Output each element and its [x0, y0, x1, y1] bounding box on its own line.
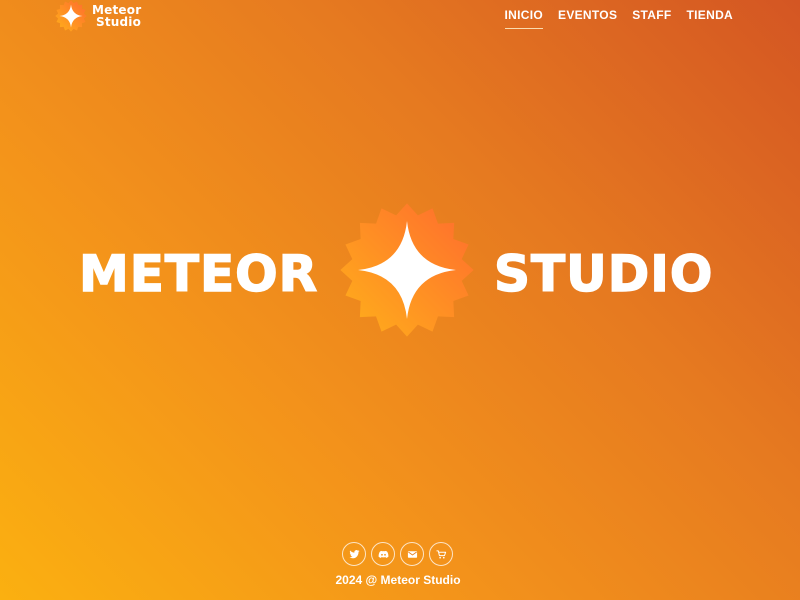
brand-name: Meteor Studio	[92, 4, 141, 28]
mail-icon	[407, 550, 417, 558]
star-badge-icon	[340, 203, 474, 337]
brand-logo-link[interactable]: Meteor Studio	[55, 0, 141, 32]
site-header: Meteor Studio INICIO EVENTOS STAFF TIEND…	[0, 0, 800, 34]
copyright-text: 2024 @ Meteor Studio	[335, 573, 461, 587]
star-badge-icon	[55, 0, 87, 32]
discord-icon	[378, 550, 388, 558]
twitter-button[interactable]	[342, 542, 366, 566]
cart-icon	[435, 549, 446, 559]
hero-word-right: STUDIO	[493, 245, 714, 303]
nav-item-eventos[interactable]: EVENTOS	[558, 8, 617, 29]
main-nav: INICIO EVENTOS STAFF TIENDA	[504, 8, 733, 29]
hero-logo: METEOR STUDIO	[0, 200, 800, 340]
email-button[interactable]	[400, 542, 424, 566]
brand-name-line2: Studio	[96, 15, 142, 29]
twitter-icon	[348, 549, 360, 558]
nav-item-inicio[interactable]: INICIO	[504, 8, 544, 29]
site-footer: 2024 @ Meteor Studio	[0, 540, 800, 600]
social-links	[342, 542, 458, 566]
nav-item-staff[interactable]: STAFF	[632, 8, 671, 29]
hero-word-left: METEOR	[78, 245, 319, 303]
discord-button[interactable]	[371, 542, 395, 566]
store-button[interactable]	[429, 542, 453, 566]
nav-item-tienda[interactable]: TIENDA	[687, 8, 733, 29]
